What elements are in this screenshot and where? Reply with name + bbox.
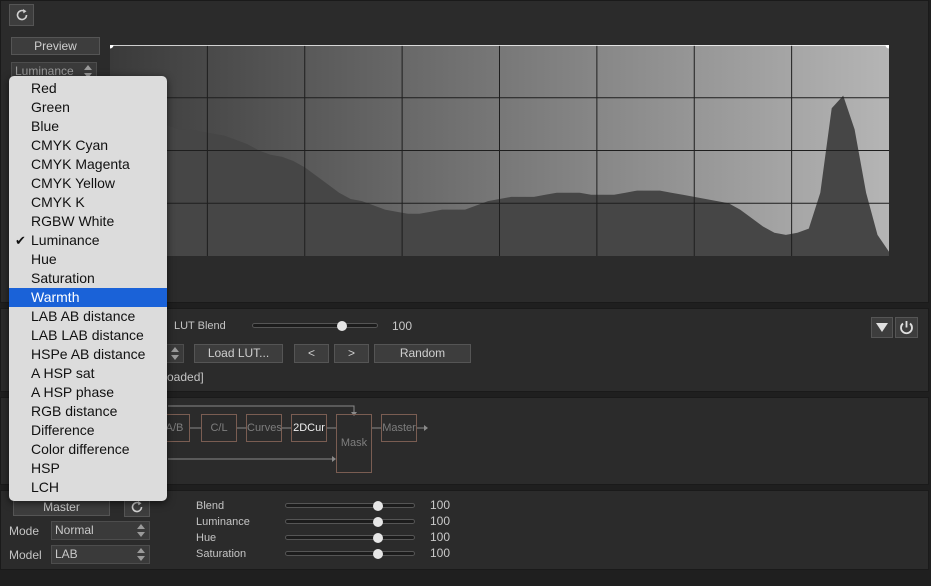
preview-button[interactable]: Preview [11,37,100,55]
menu-item-cmyk-cyan[interactable]: CMYK Cyan [9,136,167,155]
menu-item-a-hsp-phase[interactable]: A HSP phase [9,383,167,402]
lut-status: oaded] [167,370,204,384]
triangle-down-icon [876,323,888,332]
refresh-icon [131,501,143,513]
load-lut-button[interactable]: Load LUT... [194,344,283,363]
menu-item-difference[interactable]: Difference [9,421,167,440]
menu-item-label: Red [31,80,57,96]
master-slider-label: Saturation [196,548,247,560]
lut-blend-value: 100 [392,319,413,333]
menu-item-label: A HSP sat [31,365,95,381]
model-select-value: LAB [55,547,78,561]
mode-select-value: Normal [55,523,94,537]
menu-item-label: RGB distance [31,403,118,419]
slider-knob[interactable] [372,549,383,559]
master-slider-blend[interactable] [285,501,415,511]
curve-editor[interactable] [110,45,889,256]
master-slider-label: Hue [196,532,217,544]
menu-item-hsp[interactable]: HSP [9,459,167,478]
prev-lut-button[interactable]: < [294,344,329,363]
pipeline-node-cl[interactable]: C/L [201,414,237,442]
channel-dropdown-menu[interactable]: Red Green Blue CMYK Cyan CMYK Magenta CMYK Ye… [9,76,167,501]
master-slider-value: 100 [430,514,451,528]
menu-item-green[interactable]: Green [9,98,167,117]
menu-item-a-hsp-sat[interactable]: A HSP sat [9,364,167,383]
menu-item-label: Saturation [31,270,95,286]
menu-item-blue[interactable]: Blue [9,117,167,136]
menu-item-label: Hue [31,251,57,267]
menu-item-cmyk-magenta[interactable]: CMYK Magenta [9,155,167,174]
menu-item-label: Luminance [31,232,100,248]
pipeline-node-2dcur[interactable]: 2DCur [291,414,327,442]
menu-item-label: HSP [31,460,60,476]
checkmark-icon: ✔ [15,233,26,248]
updown-arrow-icon [171,347,180,360]
menu-item-label: Blue [31,118,60,134]
menu-item-lab-lab-distance[interactable]: LAB LAB distance [9,326,167,345]
random-lut-button[interactable]: Random [374,344,471,363]
pipeline-node-mask[interactable]: Mask [336,414,372,473]
menu-item-cmyk-k[interactable]: CMYK K [9,193,167,212]
menu-item-label: RGBW White [31,213,115,229]
menu-item-red[interactable]: Red [9,79,167,98]
menu-item-rgb-distance[interactable]: RGB distance [9,402,167,421]
next-lut-button[interactable]: > [334,344,369,363]
slider-knob[interactable] [372,501,383,511]
master-slider-value: 100 [430,498,451,512]
model-select[interactable]: LAB [51,545,150,564]
power-button[interactable] [895,317,918,338]
master-slider-hue[interactable] [285,533,415,543]
mode-label: Mode [9,524,40,538]
menu-item-label: LAB LAB distance [31,327,144,343]
master-slider-luminance[interactable] [285,517,415,527]
menu-item-rgbw-white[interactable]: RGBW White [9,212,167,231]
menu-item-label: LAB AB distance [31,308,136,324]
slider-knob[interactable] [372,533,383,543]
menu-item-lab-ab-distance[interactable]: LAB AB distance [9,307,167,326]
menu-item-label: LCH [31,479,60,495]
menu-item-label: Warmth [31,289,80,305]
model-label: Model [9,548,42,562]
menu-item-label: Green [31,99,70,115]
menu-item-warmth[interactable]: Warmth [9,288,167,307]
pipeline-node-master[interactable]: Master [381,414,417,442]
lut-blend-slider[interactable] [252,321,378,331]
slider-knob[interactable] [372,517,383,527]
menu-item-hue[interactable]: Hue [9,250,167,269]
menu-item-hspe-ab-distance[interactable]: HSPe AB distance [9,345,167,364]
master-slider-value: 100 [430,530,451,544]
updown-arrow-icon [137,548,146,561]
slider-knob[interactable] [336,321,347,331]
master-slider-label: Luminance [196,516,250,528]
pipeline-node-curves[interactable]: Curves [246,414,282,442]
master-slider-value: 100 [430,546,451,560]
lut-blend-label: LUT Blend [174,320,226,332]
updown-arrow-icon [137,524,146,537]
collapse-button[interactable] [871,317,893,338]
menu-item-luminance[interactable]: ✔ Luminance [9,231,167,250]
master-slider-saturation[interactable] [285,549,415,559]
menu-item-label: HSPe AB distance [31,346,146,362]
power-icon [900,321,913,335]
master-slider-label: Blend [196,500,225,512]
menu-item-label: CMYK Magenta [31,156,130,172]
menu-item-color-difference[interactable]: Color difference [9,440,167,459]
menu-item-label: Difference [31,422,95,438]
menu-item-label: CMYK Yellow [31,175,116,191]
menu-item-saturation[interactable]: Saturation [9,269,167,288]
mode-select[interactable]: Normal [51,521,150,540]
menu-item-label: CMYK Cyan [31,137,109,153]
refresh-icon [16,9,27,21]
menu-item-lch[interactable]: LCH [9,478,167,497]
menu-item-label: A HSP phase [31,384,115,400]
refresh-button[interactable] [9,4,34,26]
menu-item-label: Color difference [31,441,130,457]
menu-item-label: CMYK K [31,194,85,210]
menu-item-cmyk-yellow[interactable]: CMYK Yellow [9,174,167,193]
